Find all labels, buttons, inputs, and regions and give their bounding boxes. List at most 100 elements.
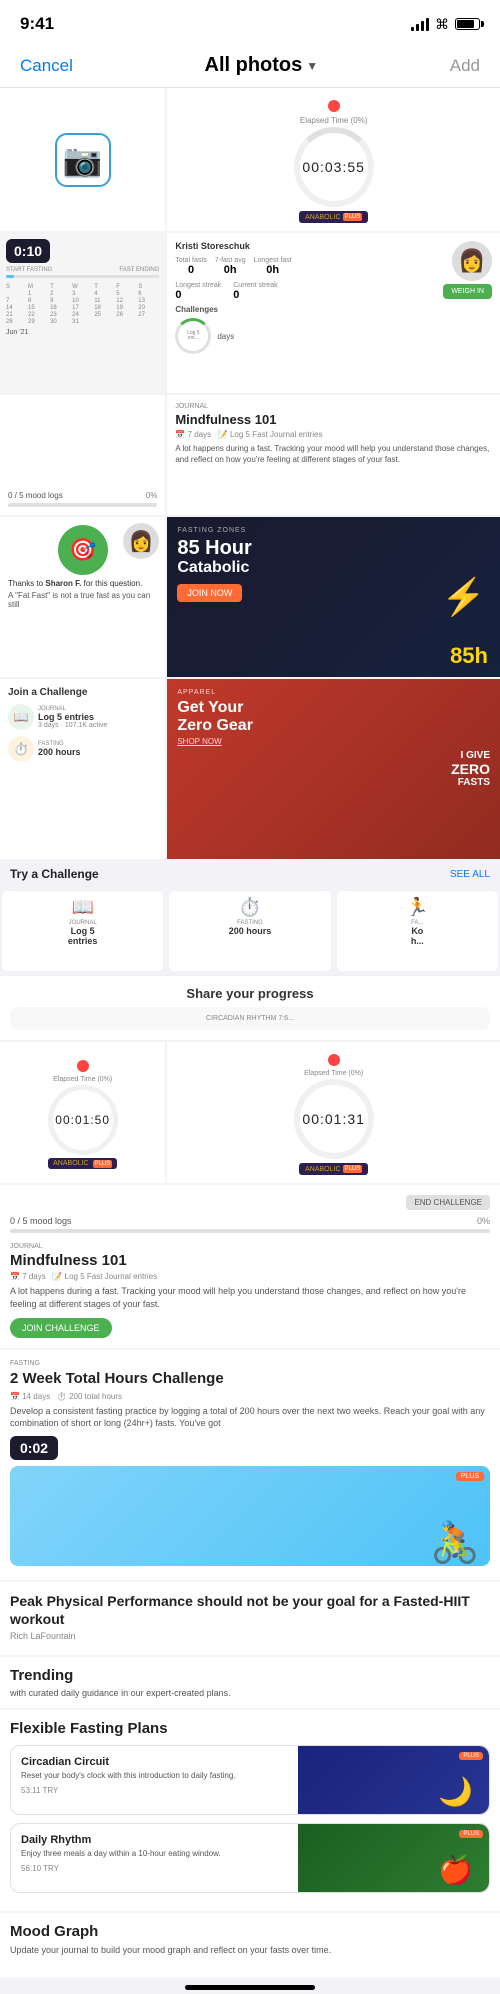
fasting-chip-icon: ⏱️ — [175, 897, 324, 918]
status-bar: 9:41 ⌘ — [0, 0, 500, 44]
circle-timer-3: 00:01:50 — [48, 1085, 118, 1155]
chevron-down-icon: ▼ — [306, 59, 318, 73]
photo-cell-3[interactable]: 0:10 START FASTING FAST ENDING SMTWTFS 1… — [0, 233, 165, 393]
photo-cell-6[interactable]: JOURNAL Mindfulness 101 📅 7 days 📝 Log 5… — [167, 395, 500, 515]
mindfulness-desc: A lot happens during a fast. Tracking yo… — [175, 443, 492, 465]
chip-name-1: Log 5entries — [8, 926, 157, 946]
battery-fill — [457, 20, 474, 28]
right-mood-log-row: 0 / 5 mood logs 0% — [10, 1216, 490, 1226]
mood-log-row: 0 / 5 mood logs 0% — [8, 491, 157, 500]
photo-cell-8[interactable]: FASTING ZONES 85 Hour Catabolic JOIN NOW… — [167, 517, 500, 677]
shop-now-link[interactable]: SHOP NOW — [177, 737, 490, 746]
weigh-in-button[interactable]: WEIGH IN — [443, 284, 492, 299]
extra-chip-icon: 🏃 — [343, 897, 492, 918]
join-item-journal: 📖 JOURNAL Log 5 entries 3 days · 107.1K … — [8, 704, 157, 730]
join-challenge-button[interactable]: JOIN CHALLENGE — [10, 1318, 112, 1338]
catabolic-title: 85 Hour — [177, 537, 490, 559]
camera-icon: 📷 — [55, 133, 111, 187]
mood-log-pct: 0% — [146, 491, 158, 500]
avatar: 👩 — [452, 241, 492, 281]
lightning-icon: ⚡ — [441, 576, 486, 618]
cancel-button[interactable]: Cancel — [20, 56, 73, 76]
timer-value-3: 00:01:50 — [55, 1113, 110, 1127]
add-button[interactable]: Add — [450, 56, 480, 76]
catabolic-subtitle: Catabolic — [177, 559, 490, 577]
photo-cell-timer3[interactable]: Elapsed Time (0%) 00:01:50 ANABOLIC PLUS — [0, 1042, 165, 1183]
flexible-fasting-section: Flexible Fasting Plans PLUS Circadian Ci… — [0, 1710, 500, 1911]
trending-title: Trending — [10, 1667, 490, 1684]
journal-icon: 📖 — [8, 704, 34, 730]
mood-graph-desc: Update your journal to build your mood g… — [10, 1944, 490, 1957]
moon-icon: 🌙 — [438, 1775, 473, 1808]
circle-progress: 00:03:55 — [294, 127, 374, 207]
challenges-label: Challenges — [175, 305, 492, 314]
chip-extra[interactable]: 🏃 FA... Koh... — [337, 891, 498, 971]
trending-section: Trending with curated daily guidance in … — [0, 1657, 500, 1708]
photo-cell-2[interactable]: Elapsed Time (0%) 00:03:55 ANABOLIC PLUS — [167, 88, 500, 231]
end-challenge-button[interactable]: END CHALLENGE — [406, 1195, 490, 1210]
join-now-button[interactable]: JOIN NOW — [177, 584, 242, 602]
chip-name-2: 200 hours — [175, 926, 324, 936]
plan-2-desc: Enjoy three meals a day within a 10-hour… — [21, 1849, 273, 1859]
peak-performance-section: Peak Physical Performance should not be … — [0, 1582, 500, 1655]
circle-timer-2: 00:01:31 — [294, 1079, 374, 1159]
elapsed-label: Elapsed Time (0%) — [300, 116, 368, 125]
join-challenge-title: Join a Challenge — [8, 687, 157, 698]
photo-cell-4[interactable]: Kristi Storeschuk 👩 Total fasts 0 7-fast… — [167, 233, 500, 393]
person-avatar: 👩 — [123, 523, 159, 559]
fasting-tag-right: FASTING — [10, 1360, 490, 1367]
fasting-icon: ⏱️ — [8, 736, 34, 762]
challenges-row: Log 5ent... days — [175, 318, 492, 354]
photo-cell-7[interactable]: 🎯 👩 Thanks to Sharon F. for this questio… — [0, 517, 165, 677]
apparel-tag: APPAREL — [177, 689, 490, 696]
status-time: 9:41 — [20, 14, 54, 34]
mindfulness-title: Mindfulness 101 — [175, 412, 492, 427]
photo-cell-5[interactable]: 0 / 5 mood logs 0% — [0, 395, 165, 515]
photo-cell-1[interactable]: 📷 — [0, 88, 165, 231]
promo-title: Get YourZero Gear — [177, 699, 490, 734]
plan-1-badge: PLUS — [459, 1752, 483, 1760]
photo-cell-9[interactable]: Join a Challenge 📖 JOURNAL Log 5 entries… — [0, 679, 165, 859]
plan-2-title: Daily Rhythm — [21, 1834, 273, 1846]
daily-rhythm-plan-card[interactable]: PLUS Daily Rhythm Enjoy three meals a da… — [10, 1823, 490, 1893]
chip-fasting[interactable]: ⏱️ FASTING 200 hours — [169, 891, 330, 971]
right-journal-tag: JOURNAL — [10, 1243, 490, 1250]
plus-badge-2: PLUS — [343, 1165, 363, 1173]
mood-graph-section: Mood Graph Update your journal to build … — [0, 1913, 500, 1977]
plus-tag: PLUS — [456, 1472, 484, 1481]
recording-dot — [328, 100, 340, 112]
circadian-plan-card[interactable]: PLUS Circadian Circuit Reset your body's… — [10, 1745, 490, 1815]
signal-icon — [411, 18, 429, 31]
two-week-meta: 📅 14 days ⏱️ 200 total hours — [10, 1392, 490, 1401]
plus-badge: PLUS — [343, 213, 363, 221]
anabolic-badge: ANABOLIC PLUS — [299, 211, 368, 223]
journal-chip-icon: 📖 — [8, 897, 157, 918]
journal-tag: JOURNAL — [175, 403, 492, 410]
share-preview-area: CIRCADIAN RHYTHM 7:6... — [10, 1007, 490, 1030]
profile-name: Kristi Storeschuk — [175, 241, 492, 251]
two-week-desc: Develop a consistent fasting practice by… — [10, 1405, 490, 1430]
recording-dot-4 — [328, 1054, 340, 1066]
two-week-challenge-section: FASTING 2 Week Total Hours Challenge 📅 1… — [0, 1350, 500, 1580]
month-label: Jun '21 — [6, 329, 159, 336]
mood-log-text: 0 / 5 mood logs — [8, 491, 63, 500]
right-mindfulness-meta: 📅 7 days 📝 Log 5 Fast Journal entries — [10, 1272, 490, 1281]
fasting-labels: START FASTING FAST ENDING — [6, 267, 159, 273]
right-panel-endchallenge: END CHALLENGE 0 / 5 mood logs 0% JOURNAL… — [0, 1185, 500, 1348]
profile-stats: Total fasts 0 7-fast avg 0h Longest fast… — [175, 257, 492, 276]
join-item-fasting: ⏱️ FASTING 200 hours — [8, 736, 157, 762]
plan-1-title: Circadian Circuit — [21, 1756, 273, 1768]
chip-journal[interactable]: 📖 JOURNAL Log 5entries — [2, 891, 163, 971]
trending-desc: with curated daily guidance in our exper… — [10, 1688, 490, 1698]
share-progress-title: Share your progress — [10, 986, 490, 1001]
mindfulness-meta: 📅 7 days 📝 Log 5 Fast Journal entries — [175, 430, 492, 439]
try-challenge-header: Try a Challenge SEE ALL — [0, 861, 500, 887]
photo-cell-10[interactable]: APPAREL Get YourZero Gear SHOP NOW I GIV… — [167, 679, 500, 859]
right-mood-log-pct: 0% — [477, 1216, 490, 1226]
elapsed-label-4: Elapsed Time (0%) — [304, 1070, 363, 1077]
photo-cell-timer2[interactable]: Elapsed Time (0%) 00:01:31 ANABOLIC PLUS — [167, 1042, 500, 1183]
timer-value-2: 00:01:31 — [302, 1111, 365, 1127]
circadian-label: CIRCADIAN RHYTHM 7:6... — [206, 1015, 294, 1022]
nav-bar: Cancel All photos ▼ Add — [0, 44, 500, 88]
see-all-link[interactable]: SEE ALL — [450, 869, 490, 880]
